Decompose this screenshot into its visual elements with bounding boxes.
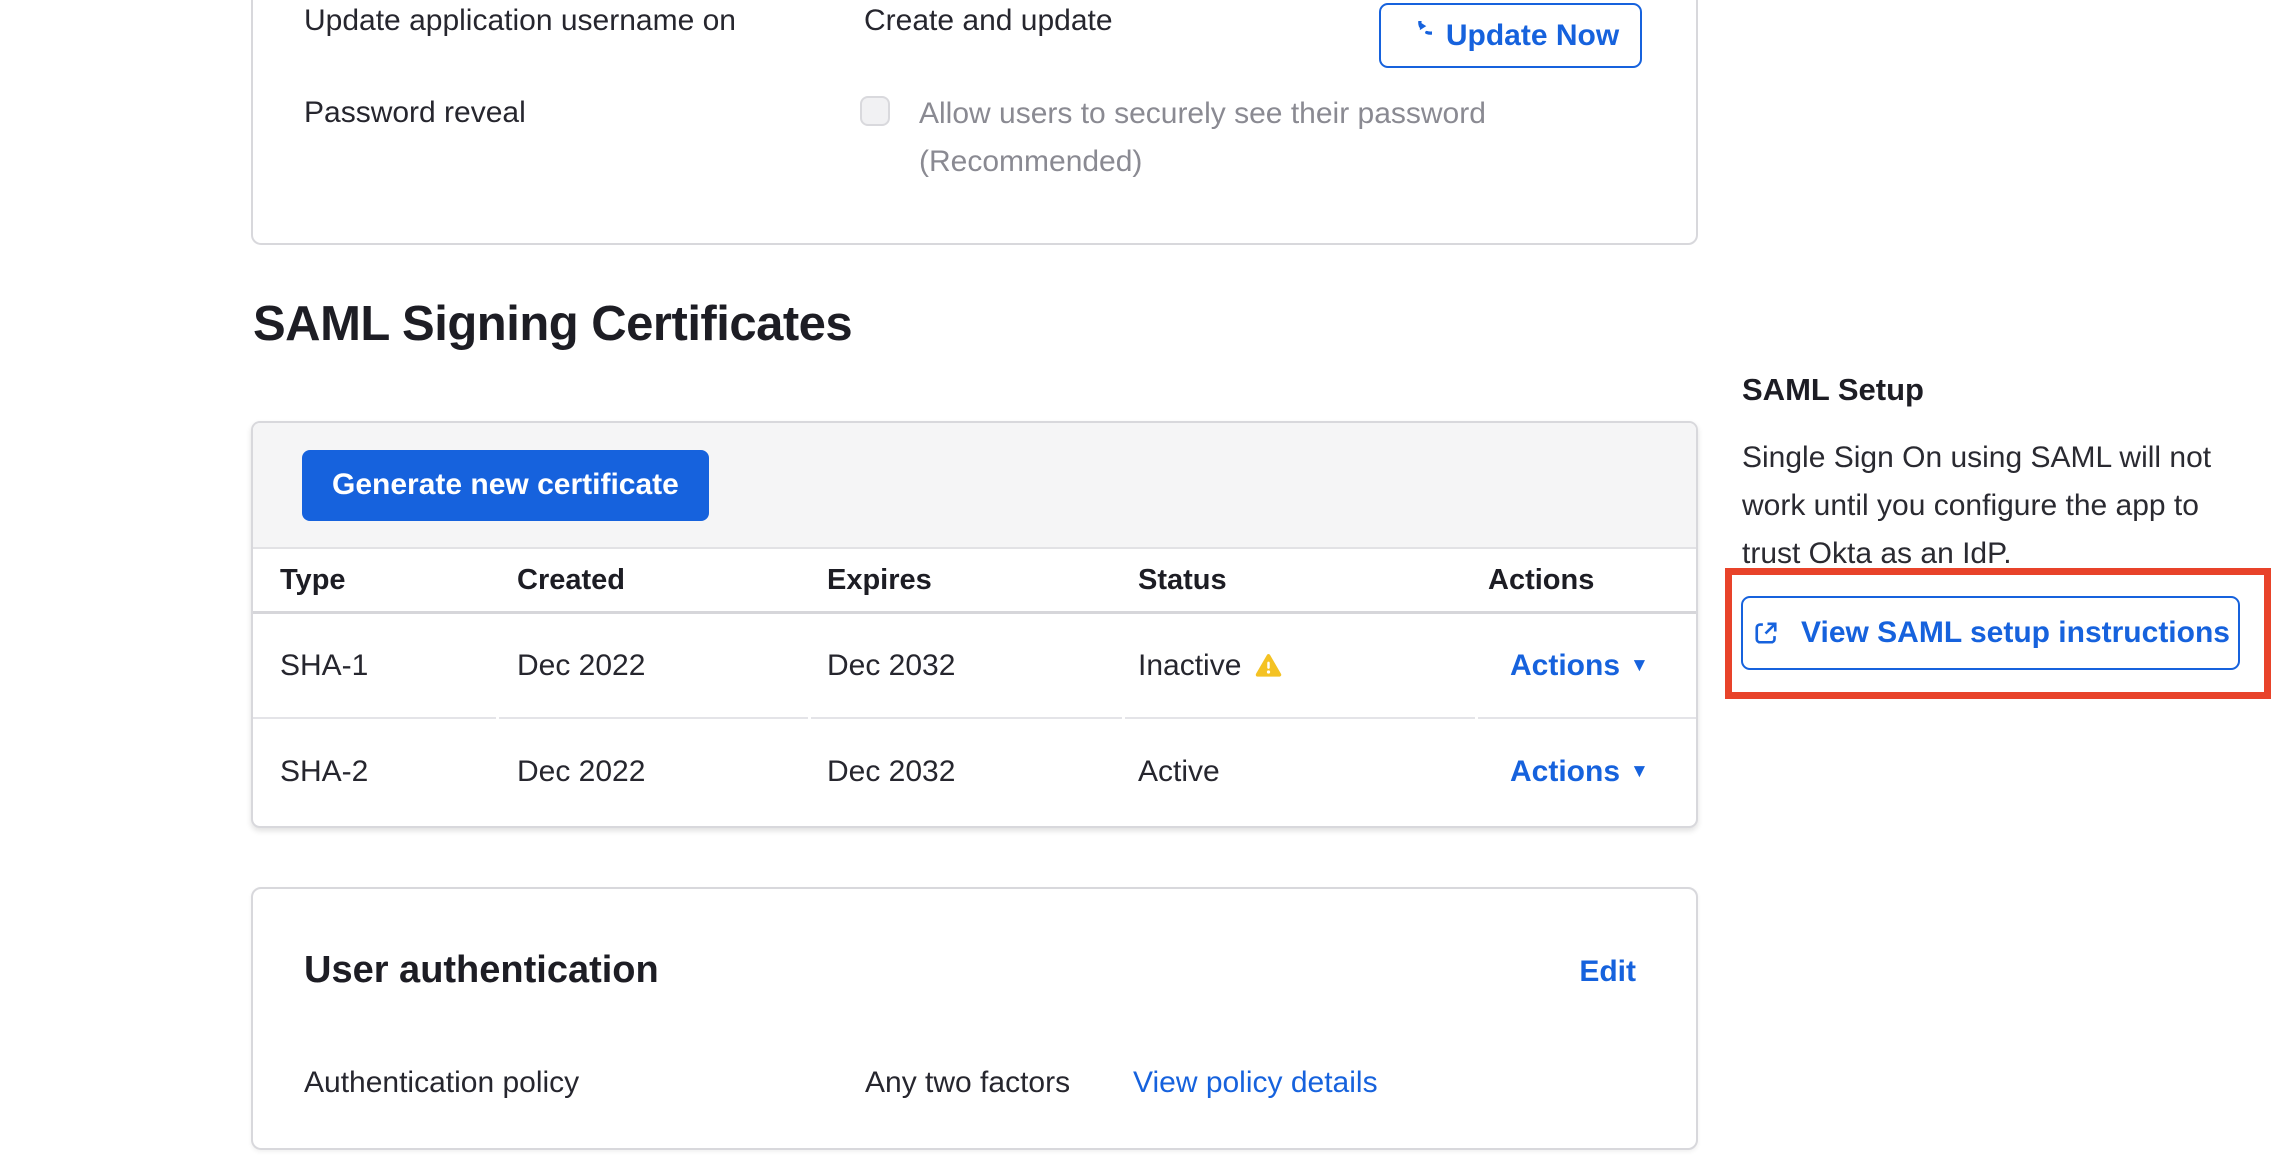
- status-text: Inactive: [1138, 649, 1241, 683]
- edit-link[interactable]: Edit: [1579, 955, 1636, 989]
- password-reveal-label: Password reveal: [304, 96, 526, 130]
- cert-type: SHA-2: [253, 719, 496, 824]
- actions-dropdown[interactable]: Actions ▼: [1478, 649, 1649, 683]
- cert-status: Active: [1125, 719, 1475, 824]
- authentication-policy-value: Any two factors: [865, 1066, 1070, 1100]
- cert-created: Dec 2022: [499, 614, 808, 719]
- password-reveal-checkbox-label: Allow users to securely see their passwo…: [919, 90, 1486, 186]
- update-now-button[interactable]: Update Now: [1379, 3, 1642, 68]
- view-saml-setup-instructions-button[interactable]: View SAML setup instructions: [1741, 596, 2240, 670]
- column-header-created: Created: [499, 564, 808, 597]
- app-settings-card: Update application username on Create an…: [251, 0, 1698, 245]
- actions-dropdown[interactable]: Actions ▼: [1478, 755, 1649, 789]
- user-authentication-title: User authentication: [304, 949, 659, 992]
- table-row-sha2: SHA-2 Dec 2022 Dec 2032 Active Actions ▼: [253, 719, 1696, 824]
- column-header-type: Type: [253, 564, 496, 597]
- generate-certificate-button[interactable]: Generate new certificate: [302, 450, 709, 521]
- certificates-toolbar: Generate new certificate: [253, 423, 1696, 549]
- saml-certificates-card: Generate new certificate Type Created Ex…: [251, 421, 1698, 828]
- column-header-actions: Actions: [1478, 564, 1696, 597]
- view-saml-setup-label: View SAML setup instructions: [1801, 616, 2230, 650]
- warning-triangle-icon: [1255, 653, 1282, 678]
- cert-actions-cell: Actions ▼: [1478, 719, 1696, 824]
- authentication-policy-label: Authentication policy: [304, 1066, 579, 1100]
- caret-down-icon: ▼: [1630, 655, 1649, 677]
- certificates-table-header: Type Created Expires Status Actions: [253, 549, 1696, 614]
- cert-status: Inactive: [1125, 614, 1475, 719]
- cert-expires: Dec 2032: [811, 719, 1122, 824]
- status-text: Active: [1138, 755, 1220, 789]
- cert-actions-cell: Actions ▼: [1478, 614, 1696, 719]
- user-authentication-card: User authentication Edit Authentication …: [251, 887, 1698, 1150]
- table-row-sha1: SHA-1 Dec 2022 Dec 2032 Inactive Actions…: [253, 614, 1696, 719]
- page-title: SAML Signing Certificates: [253, 296, 852, 352]
- refresh-icon: [1402, 21, 1432, 51]
- saml-setup-description: Single Sign On using SAML will not work …: [1742, 434, 2242, 578]
- cert-expires: Dec 2032: [811, 614, 1122, 719]
- username-update-label: Update application username on: [304, 4, 736, 38]
- caret-down-icon: ▼: [1630, 761, 1649, 783]
- cert-created: Dec 2022: [499, 719, 808, 824]
- password-reveal-checkbox[interactable]: [860, 96, 890, 126]
- saml-setup-title: SAML Setup: [1742, 372, 1924, 408]
- cert-type: SHA-1: [253, 614, 496, 719]
- update-now-label: Update Now: [1446, 19, 1619, 53]
- view-policy-details-link[interactable]: View policy details: [1133, 1066, 1378, 1100]
- actions-label: Actions: [1510, 755, 1620, 789]
- username-update-value: Create and update: [864, 4, 1113, 38]
- external-link-icon: [1751, 618, 1781, 648]
- actions-label: Actions: [1510, 649, 1620, 683]
- column-header-expires: Expires: [811, 564, 1122, 597]
- column-header-status: Status: [1125, 564, 1475, 597]
